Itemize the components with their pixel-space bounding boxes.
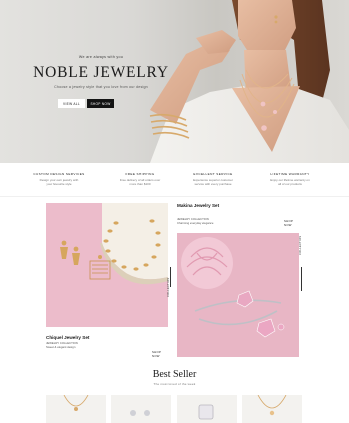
chiquel-set-title[interactable]: Chiquel Jewelry Set xyxy=(46,335,89,340)
features-bar: CUSTOM DESIGN SERVICES Design your own j… xyxy=(0,163,349,197)
product-card-pendant[interactable] xyxy=(242,395,302,423)
hero-subtitle: Choose a jewelry style that you love fro… xyxy=(54,85,148,89)
makina-set-info: Makina Jewelry Set JEWELRY COLLECTION Cha… xyxy=(177,203,299,237)
feature-desc: Design your own jewelry with your favouri… xyxy=(39,177,79,186)
feature-custom-design: CUSTOM DESIGN SERVICES Design your own j… xyxy=(23,172,95,186)
shop-now-button[interactable]: SHOP NOW xyxy=(87,99,114,108)
collections-section: Chiquel Jewelry Set JEWELRY COLLECTION Sw… xyxy=(0,197,349,363)
chiquel-set-meta: JEWELRY COLLECTION Sweet & elegant design xyxy=(46,341,78,349)
feature-desc: Experience superior customer service with… xyxy=(193,177,233,186)
product-card-earrings[interactable] xyxy=(111,395,171,423)
chiquel-shop-now-link[interactable]: SHOP NOW xyxy=(152,350,168,358)
chiquel-set-info: Chiquel Jewelry Set JEWELRY COLLECTION Sw… xyxy=(46,327,168,363)
best-seller-title: Best Seller xyxy=(152,369,197,380)
view-all-button[interactable]: VIEW ALL xyxy=(58,99,85,108)
feature-title: LIFETIME WARRANTY xyxy=(270,172,310,176)
makina-set-image[interactable] xyxy=(177,233,299,357)
feature-lifetime-warranty: LIFETIME WARRANTY Enjoy our lifetime war… xyxy=(254,172,326,186)
feature-title: FREE SHIPPING xyxy=(125,172,155,176)
product-card-ring[interactable] xyxy=(177,395,237,423)
collection-tag-right: COLLECTION xyxy=(299,235,302,255)
chiquel-set-image[interactable] xyxy=(46,203,168,327)
feature-desc: Enjoy our lifetime warranty on all of our… xyxy=(270,177,310,186)
feature-excellent-service: EXCELLENT SERVICE Experience superior cu… xyxy=(177,172,249,186)
makina-set-meta: JEWELRY COLLECTION Charming everyday eleg… xyxy=(177,217,214,225)
divider-line xyxy=(170,267,171,287)
makina-shop-now-link[interactable]: SHOP NOW xyxy=(284,219,299,227)
makina-set-title[interactable]: Makina Jewelry Set xyxy=(177,203,219,208)
product-card-necklace[interactable] xyxy=(46,395,106,423)
hero-title: NOBLE JEWELRY xyxy=(33,64,169,81)
hero-eyebrow: We are always with you xyxy=(78,55,124,59)
feature-title: EXCELLENT SERVICE xyxy=(193,172,233,176)
feature-desc: Free delivery of all orders over more tha… xyxy=(119,177,161,186)
divider-line xyxy=(301,267,302,291)
best-seller-section: Best Seller The most loved of the week xyxy=(0,363,349,423)
collection-tag-left: COLLECTION xyxy=(167,277,170,297)
feature-title: CUSTOM DESIGN SERVICES xyxy=(33,172,85,176)
feature-free-shipping: FREE SHIPPING Free delivery of all order… xyxy=(104,172,176,186)
hero-banner: We are always with you NOBLE JEWELRY Cho… xyxy=(0,0,349,163)
hero-text-block: We are always with you NOBLE JEWELRY Cho… xyxy=(26,55,176,89)
best-seller-subtitle: The most loved of the week xyxy=(153,382,196,386)
